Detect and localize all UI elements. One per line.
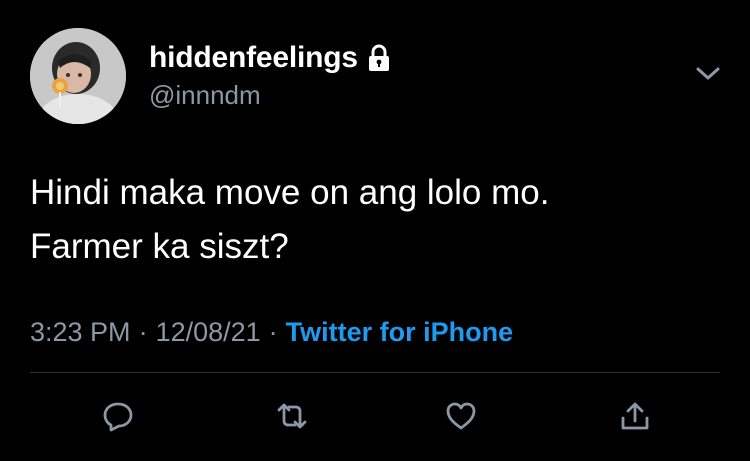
tweet-source-link[interactable]: Twitter for iPhone (286, 317, 514, 348)
heart-icon (444, 399, 478, 438)
tweet-text-line: Farmer ka siszt? (30, 227, 289, 266)
tweet-text-line: Hindi maka move on ang lolo mo. (30, 173, 550, 212)
display-name[interactable]: hiddenfeelings (149, 41, 358, 75)
reply-button[interactable] (98, 398, 138, 438)
avatar-image (30, 28, 126, 124)
divider (30, 372, 720, 373)
tweet: hiddenfeelings @innndm Hindi maka move o… (0, 0, 750, 461)
retweet-icon (275, 399, 309, 438)
chevron-down-icon[interactable] (694, 62, 722, 84)
tweet-meta: 3:23 PM · 12/08/21 · Twitter for iPhone (30, 314, 513, 350)
author-handle[interactable]: @innndm (149, 80, 261, 111)
reply-icon (101, 399, 135, 438)
author-name-row: hiddenfeelings (149, 40, 392, 76)
meta-separator: · (138, 316, 148, 347)
tweet-date: 12/08/21 (155, 316, 261, 347)
share-button[interactable] (615, 398, 655, 438)
tweet-time: 3:23 PM (30, 316, 131, 347)
avatar[interactable] (30, 28, 126, 124)
retweet-button[interactable] (272, 398, 312, 438)
meta-separator: · (268, 316, 278, 347)
action-bar (0, 398, 750, 438)
share-icon (618, 399, 652, 438)
tweet-text: Hindi maka move on ang lolo mo. Farmer k… (30, 166, 549, 274)
like-button[interactable] (441, 398, 481, 438)
lock-icon (366, 44, 392, 72)
